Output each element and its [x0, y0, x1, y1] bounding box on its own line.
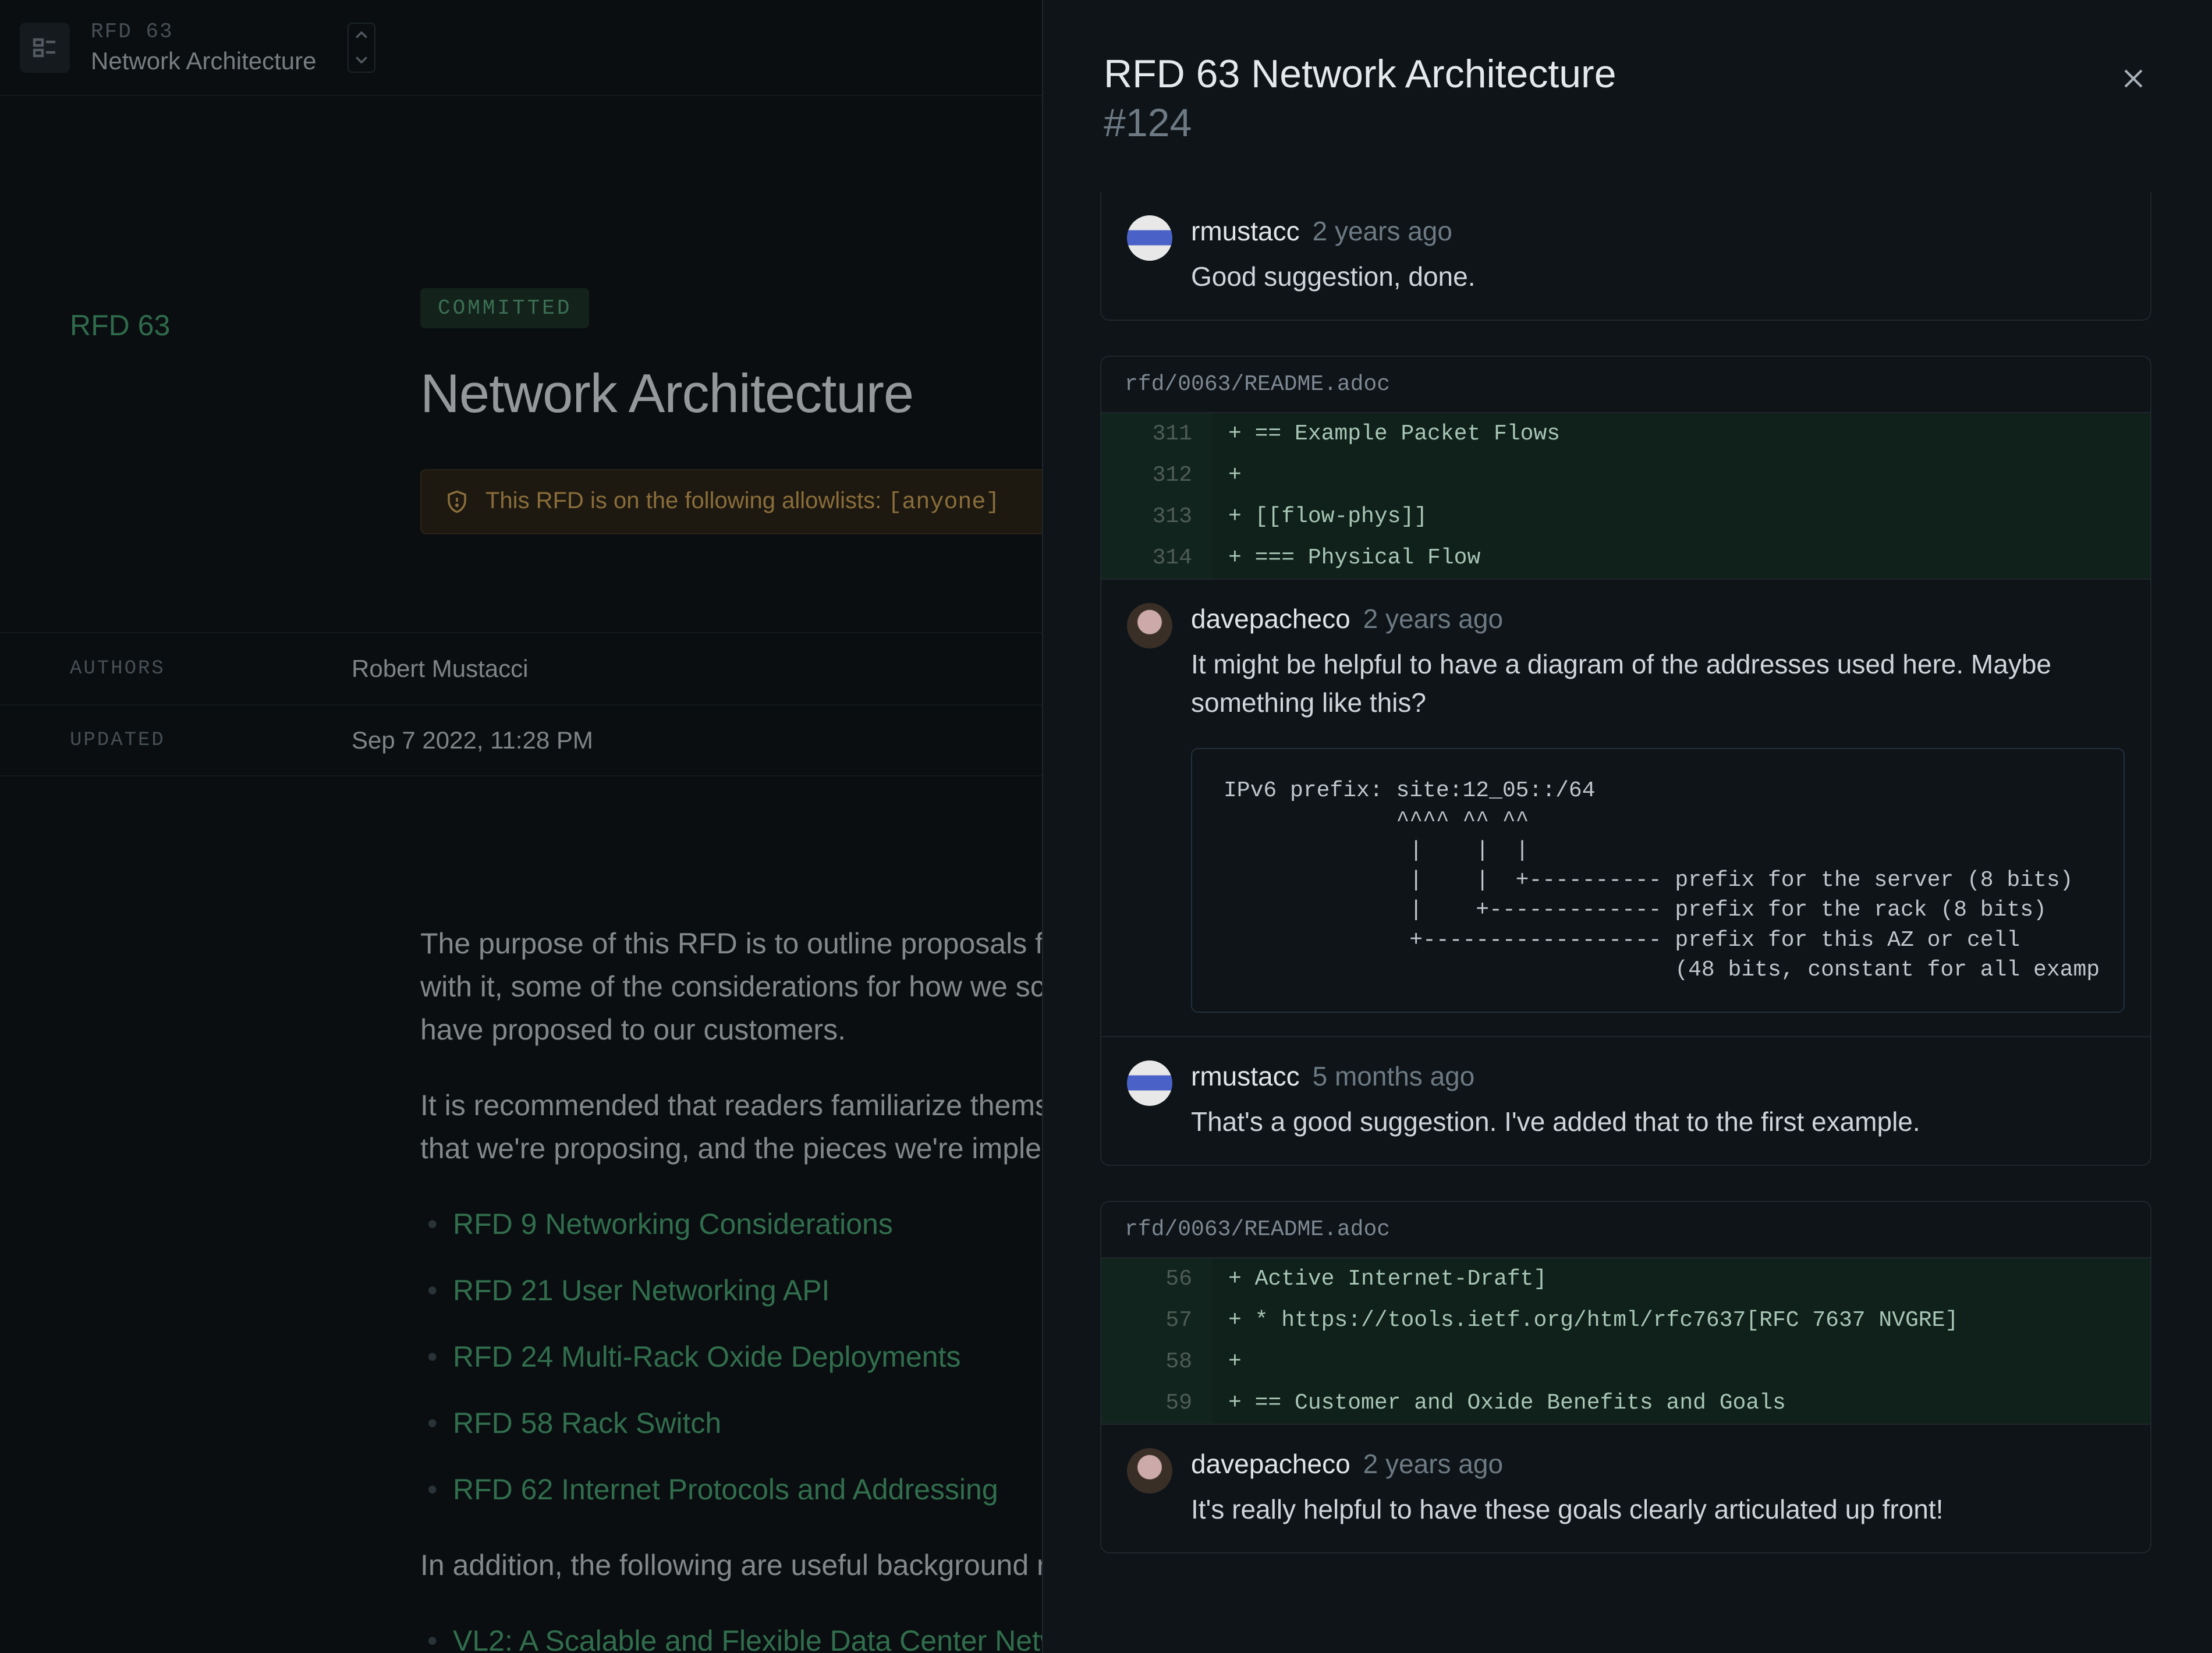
line-number: 311	[1101, 413, 1212, 455]
avatar[interactable]	[1127, 215, 1172, 261]
line-number: 313	[1101, 496, 1212, 537]
discussion-panel: RFD 63 Network Architecture #124 rmustac…	[1042, 0, 2212, 1653]
comment: rmustacc 2 years ago Good suggestion, do…	[1101, 192, 2150, 320]
close-icon	[2121, 66, 2146, 91]
comment: davepacheco 2 years ago It's really help…	[1101, 1424, 2150, 1552]
line-number: 58	[1101, 1341, 1212, 1382]
avatar[interactable]	[1127, 1448, 1172, 1494]
close-button[interactable]	[2115, 61, 2151, 102]
comment-time: 2 years ago	[1363, 603, 1503, 634]
comment-time: 2 years ago	[1363, 1448, 1503, 1480]
avatar[interactable]	[1127, 1060, 1172, 1106]
modal-scrim[interactable]	[0, 0, 1042, 1653]
line-number: 314	[1101, 537, 1212, 579]
diff-text: + Active Internet-Draft]	[1212, 1258, 2150, 1300]
comment: rmustacc 5 months ago That's a good sugg…	[1101, 1036, 2150, 1165]
comment-text: It might be helpful to have a diagram of…	[1191, 645, 2125, 722]
comment-author[interactable]: davepacheco	[1191, 1448, 1350, 1480]
comment-author[interactable]: rmustacc	[1191, 1060, 1300, 1092]
comment-author[interactable]: davepacheco	[1191, 603, 1350, 634]
comment-text: Good suggestion, done.	[1191, 257, 2125, 296]
comment-author[interactable]: rmustacc	[1191, 215, 1300, 247]
comment-time: 2 years ago	[1313, 215, 1452, 247]
comment-text: It's really helpful to have these goals …	[1191, 1490, 2125, 1529]
diff-text: +	[1212, 1341, 2150, 1382]
file-path[interactable]: rfd/0063/README.adoc	[1101, 357, 2150, 413]
panel-title: RFD 63 Network Architecture	[1104, 51, 1617, 97]
diff-text: + === Physical Flow	[1212, 537, 2150, 579]
thread-block: rmustacc 2 years ago Good suggestion, do…	[1100, 192, 2151, 321]
line-number: 56	[1101, 1258, 1212, 1300]
diff-text: + * https://tools.ietf.org/html/rfc7637[…	[1212, 1300, 2150, 1341]
line-number: 59	[1101, 1382, 1212, 1424]
diff-text: + [[flow-phys]]	[1212, 496, 2150, 537]
diff-text: + == Example Packet Flows	[1212, 413, 2150, 455]
diff-text: + == Customer and Oxide Benefits and Goa…	[1212, 1382, 2150, 1424]
comment: davepacheco 2 years ago It might be help…	[1101, 579, 2150, 1036]
diff-text: +	[1212, 455, 2150, 496]
diff-hunk: 311+ == Example Packet Flows 312+ 313+ […	[1101, 413, 2150, 579]
comment-time: 5 months ago	[1313, 1060, 1475, 1092]
line-number: 57	[1101, 1300, 1212, 1341]
comment-text: That's a good suggestion. I've added tha…	[1191, 1102, 2125, 1141]
file-path[interactable]: rfd/0063/README.adoc	[1101, 1202, 2150, 1258]
panel-issue-number: #124	[1104, 100, 1617, 146]
diff-hunk: 56+ Active Internet-Draft] 57+ * https:/…	[1101, 1258, 2150, 1424]
avatar[interactable]	[1127, 603, 1172, 648]
thread-block: rfd/0063/README.adoc 56+ Active Internet…	[1100, 1201, 2151, 1553]
code-block: IPv6 prefix: site:12_05::/64 ^^^^ ^^ ^^ …	[1191, 748, 2125, 1013]
line-number: 312	[1101, 455, 1212, 496]
panel-scroll-area[interactable]: rmustacc 2 years ago Good suggestion, do…	[1043, 192, 2212, 1653]
thread-block: rfd/0063/README.adoc 311+ == Example Pac…	[1100, 356, 2151, 1166]
